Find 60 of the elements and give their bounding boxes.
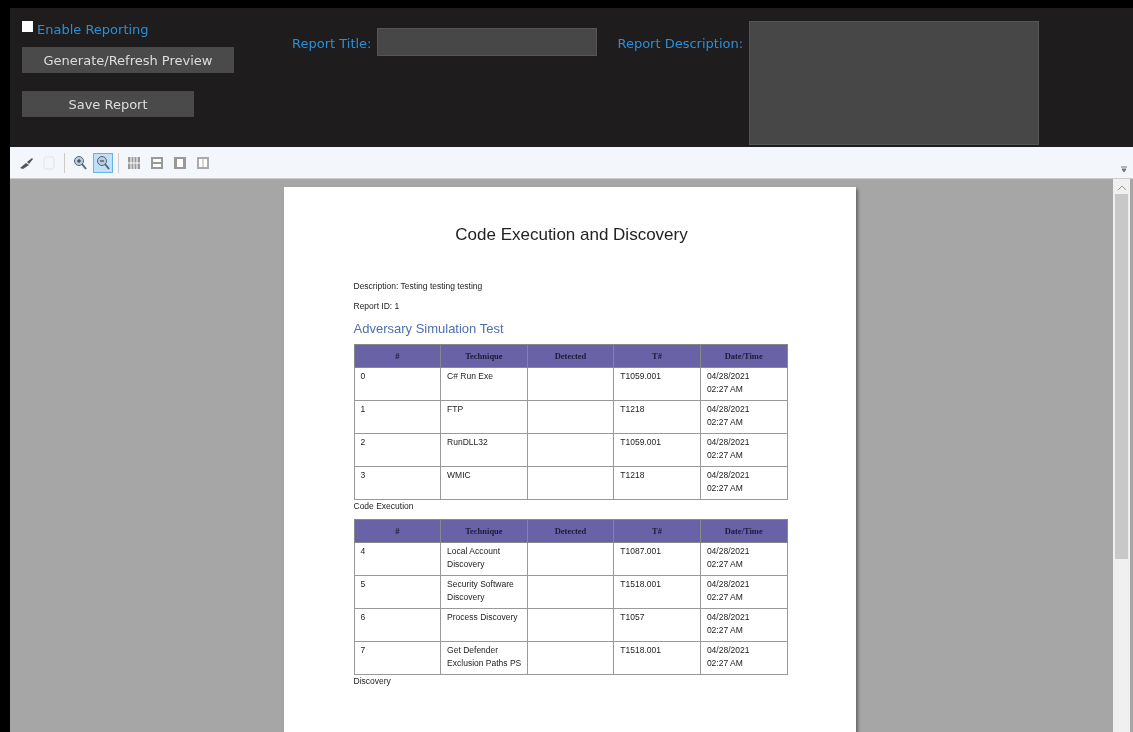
- save-report-button[interactable]: Save Report: [22, 91, 194, 117]
- table-cell: Local Account Discovery: [440, 542, 528, 576]
- table-cell: 04/28/2021 02:27 AM: [700, 542, 787, 576]
- report-description-field[interactable]: [749, 21, 1040, 145]
- table-cell: T1518.001: [613, 641, 701, 675]
- column-header: #: [354, 344, 441, 368]
- generate-preview-button[interactable]: Generate/Refresh Preview: [22, 47, 234, 73]
- table-cell: T1518.001: [613, 575, 701, 609]
- table-caption: Discovery: [353, 676, 392, 686]
- table-cell: Process Discovery: [440, 608, 528, 642]
- column-header: #: [354, 519, 441, 543]
- table-cell: T1218: [613, 400, 701, 434]
- dropdown-icon[interactable]: [1121, 166, 1127, 172]
- table-cell: 04/28/2021 02:27 AM: [700, 400, 787, 434]
- table-cell: 1: [354, 400, 441, 434]
- zoom-out-icon[interactable]: [93, 152, 113, 173]
- table-cell: 04/28/2021 02:27 AM: [700, 466, 787, 500]
- table-cell: 04/28/2021 02:27 AM: [700, 433, 787, 467]
- table-cell: Get Defender Exclusion Paths PS: [440, 641, 528, 675]
- table-cell: FTP: [440, 400, 528, 434]
- report-description: Description: Testing testing testing: [353, 281, 484, 291]
- checkbox-label: Enable Reporting: [37, 22, 149, 37]
- report-title: Code Execution and Discovery: [454, 225, 689, 245]
- table-cell: 2: [354, 433, 441, 467]
- table-cell: 04/28/2021 02:27 AM: [700, 641, 787, 675]
- column-header: T#: [613, 519, 701, 543]
- column-header: Date/Time: [700, 344, 787, 368]
- table-cell: 4: [354, 542, 441, 576]
- table-cell: 0: [354, 367, 441, 401]
- report-title-field[interactable]: [377, 28, 598, 56]
- column-header: Detected: [527, 519, 614, 543]
- column-header: Technique: [440, 519, 528, 543]
- table-cell: C# Run Exe: [440, 367, 528, 401]
- column-header: Technique: [440, 344, 528, 368]
- column-header: T#: [613, 344, 701, 368]
- table-cell: WMIC: [440, 466, 528, 500]
- table-caption: Code Execution: [353, 501, 415, 511]
- section-heading: Adversary Simulation Test: [353, 321, 505, 336]
- field-label: Report Title:: [292, 36, 372, 51]
- enable-reporting-checkbox[interactable]: [22, 21, 33, 32]
- table-cell: Security Software Discovery: [440, 575, 528, 609]
- column-header: Date/Time: [700, 519, 787, 543]
- table-cell: 5: [354, 575, 441, 609]
- table-cell: 7: [354, 641, 441, 675]
- scrollbar[interactable]: [1113, 179, 1130, 732]
- table-cell: RunDLL32: [440, 433, 528, 467]
- table-cell: 6: [354, 608, 441, 642]
- table-cell: T1087.001: [613, 542, 701, 576]
- table-cell: T1218: [613, 466, 701, 500]
- scroll-up-icon[interactable]: [1117, 185, 1126, 190]
- column-header: Detected: [527, 344, 614, 368]
- table-cell: T1057: [613, 608, 701, 642]
- table-cell: 04/28/2021 02:27 AM: [700, 575, 787, 609]
- table-cell: 3: [354, 466, 441, 500]
- field-label: Report Description:: [617, 36, 744, 51]
- table-cell: T1059.001: [613, 367, 701, 401]
- report-id: Report ID: 1: [353, 301, 401, 311]
- table-cell: 04/28/2021 02:27 AM: [700, 367, 787, 401]
- table-cell: T1059.001: [613, 433, 701, 467]
- table-cell: 04/28/2021 02:27 AM: [700, 608, 787, 642]
